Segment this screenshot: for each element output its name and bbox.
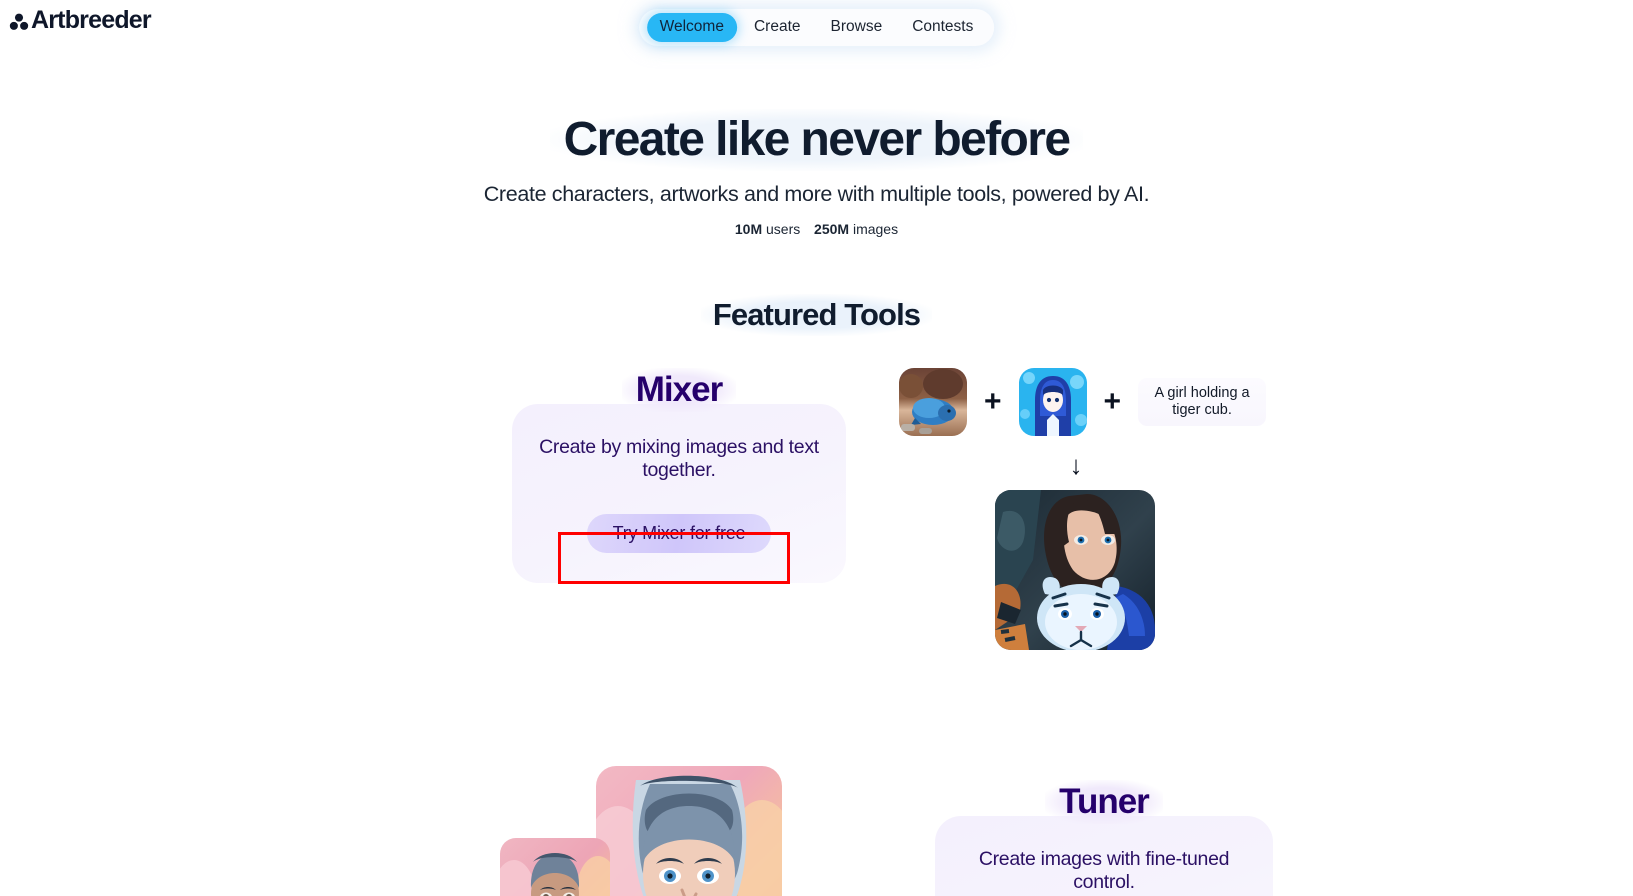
brand-logo[interactable]: Artbreeder (8, 6, 152, 34)
plus-operator-icon: + (984, 384, 1002, 418)
featured-tools-heading-text: Featured Tools (700, 293, 933, 336)
mixer-demo: + + A girl holding a tiger cub. ↓ (899, 367, 1267, 650)
nav-item-contests[interactable]: Contests (899, 13, 986, 42)
portrait-thumbnail-small[interactable] (500, 837, 610, 896)
page-header: Artbreeder Welcome Create Browse Contest… (0, 0, 1633, 56)
tuner-description: Create images with fine-tuned control. (978, 847, 1230, 893)
stat-images-label: images (852, 220, 899, 237)
tuner-title: Tuner (1045, 779, 1163, 824)
portrait-image-large[interactable] (596, 765, 782, 896)
tuner-card-body: Create images with fine-tuned control. (935, 815, 1273, 896)
brand-name: Artbreeder (31, 6, 152, 34)
stat-users-value: 10M (734, 220, 763, 237)
nav-item-welcome[interactable]: Welcome (646, 13, 737, 42)
mixer-prompt-text[interactable]: A girl holding a tiger cub. (1138, 377, 1267, 426)
tuner-demo (500, 765, 840, 896)
trefoil-logo-icon (9, 13, 29, 30)
plus-operator-icon-2: + (1103, 384, 1122, 418)
mixer-card: Mixer Create by mixing images and text t… (512, 367, 846, 583)
mixer-description: Create by mixing images and text togethe… (539, 435, 819, 481)
hero-section: Create like never before Create characte… (0, 109, 1633, 237)
hero-stats: 10M users 250M images (0, 221, 1633, 237)
mixer-title: Mixer (621, 367, 737, 412)
girl-with-tiger-cub-result[interactable] (995, 489, 1155, 650)
stat-users-label: users (766, 220, 801, 237)
main-navigation: Welcome Create Browse Contests (638, 9, 995, 46)
try-mixer-for-free-button[interactable]: Try Mixer for free (586, 513, 772, 553)
page-title: Create like never before (549, 109, 1084, 171)
arrow-down-icon: ↓ (1069, 449, 1083, 480)
tuner-tool-row: Tuner Create images with fine-tuned cont… (0, 765, 1633, 896)
tuner-card: Tuner Create images with fine-tuned cont… (935, 779, 1273, 896)
blue-creature-thumbnail[interactable] (899, 367, 967, 436)
mixer-card-body: Create by mixing images and text togethe… (512, 403, 846, 583)
nav-item-create[interactable]: Create (741, 13, 814, 42)
stat-images-value: 250M (814, 220, 850, 237)
featured-tools-heading: Featured Tools (0, 293, 1633, 336)
mixer-demo-inputs: + + A girl holding a tiger cub. (899, 367, 1267, 436)
hero-subtitle: Create characters, artworks and more wit… (483, 181, 1150, 206)
nav-item-browse[interactable]: Browse (818, 13, 896, 42)
anime-girl-thumbnail[interactable] (1018, 367, 1087, 436)
mixer-tool-row: Mixer Create by mixing images and text t… (0, 358, 1633, 688)
